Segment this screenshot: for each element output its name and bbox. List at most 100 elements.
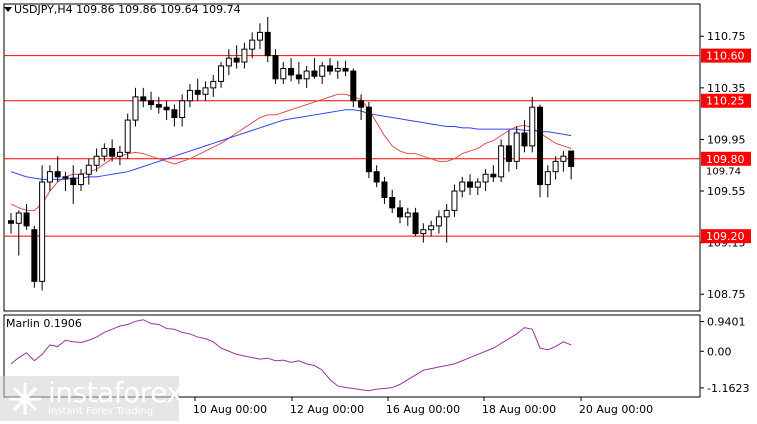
candle-body [443,209,450,218]
candle-body [202,87,209,95]
candle-body [373,171,380,183]
candle-body [233,57,240,63]
candle-body [140,96,147,102]
candle-body [451,190,458,211]
candle-body [381,181,388,198]
candle-body [85,164,92,175]
main-panel-frame [3,3,701,312]
candle-body [225,57,232,67]
candle-body [358,100,365,108]
candle-body [179,100,186,119]
candle-body [513,132,520,162]
candle-body [435,216,442,227]
candle-body [15,212,22,224]
candle-body [249,39,256,50]
candle-body [428,225,435,231]
instaforex-logo: instaforex Instant Forex Trading [0,376,183,421]
candle-body [498,145,505,178]
candle-body [326,65,333,72]
candle-body [350,70,357,102]
candle-body [148,100,155,106]
candle-body [272,55,279,80]
x-tick-label: 12 Aug 00:00 [290,403,364,416]
candle-body [397,207,403,218]
candle-body [467,181,474,188]
candle-body [109,147,116,157]
candle-body [256,31,263,41]
candle-body [39,181,46,282]
candle-body [163,106,170,111]
level-label: 109.80 [706,153,745,166]
x-tick-label: 18 Aug 00:00 [482,403,556,416]
candle-body [210,80,217,89]
candle-body [389,196,396,209]
candle-body [124,119,131,153]
candle-body [544,171,551,186]
level-label: 109.20 [706,230,745,243]
chart-window: 110.75110.35109.95109.55109.15108.75110.… [0,0,757,421]
candle-body [404,212,411,218]
candle-body [23,212,30,227]
candle-body [334,67,341,72]
candle-body [54,171,61,178]
y-tick-label: 109.55 [707,185,746,198]
x-tick-label: 16 Aug 00:00 [386,403,460,416]
candle-body [552,160,559,173]
candle-body [155,104,162,108]
candle-body [46,171,53,183]
candle-body [412,212,419,235]
candle-body [319,65,326,77]
candle-body [505,145,512,162]
candle-body [420,229,427,235]
candle-body [295,74,302,80]
candle-body [303,70,310,80]
chart-svg: 110.75110.35109.95109.55109.15108.75110.… [3,3,751,416]
candle-body [365,106,372,173]
candle-body [264,31,271,57]
x-tick-label: 10 Aug 00:00 [193,403,267,416]
candle-body [62,176,69,179]
y-tick-label: 110.35 [707,82,746,95]
candle-body [93,155,100,166]
level-label: 110.60 [706,50,745,63]
candle-body [101,147,108,157]
candle-body [78,173,85,186]
candle-body [529,106,536,147]
candle-body [194,89,201,95]
candle-body [568,150,575,168]
candle-body [241,48,248,63]
symbol-dropdown-icon[interactable] [4,7,12,12]
candle-body [132,96,139,121]
candle-body [490,173,497,178]
candle-body [537,106,544,186]
level-label: 110.25 [706,95,745,108]
candle-body [186,89,193,102]
y-tick-label: 110.75 [707,30,746,43]
y-tick-label: 109.95 [707,133,746,146]
price-marker-label: 109.74 [706,167,741,178]
candle-body [8,220,14,224]
candle-body [521,132,528,147]
candle-body [280,67,287,80]
indicator-y-tick-label: 0.9401 [707,316,746,329]
candle-body [482,173,489,183]
indicator-title: Marlin 0.1906 [6,317,82,330]
candle-body [218,65,225,82]
candle-body [288,67,295,76]
logo-subtext: Instant Forex Trading [48,406,154,417]
indicator-y-tick-label: 0.00 [707,345,732,358]
candle-body [311,70,318,77]
candle-body [342,67,349,72]
chart-title: USDJPY,H4 109.86 109.86 109.64 109.74 [14,3,241,16]
candle-body [70,177,77,186]
instaforex-star-icon [9,383,41,415]
candle-body [171,109,178,119]
candle-body [116,151,123,157]
indicator-y-tick-label: -1.1623 [707,382,749,395]
candle-body [474,181,481,188]
x-tick-label: 20 Aug 00:00 [579,403,653,416]
candle-body [560,155,567,162]
candle-body [459,181,466,192]
logo-text: instaforex [48,376,183,409]
y-tick-label: 108.75 [707,288,746,301]
